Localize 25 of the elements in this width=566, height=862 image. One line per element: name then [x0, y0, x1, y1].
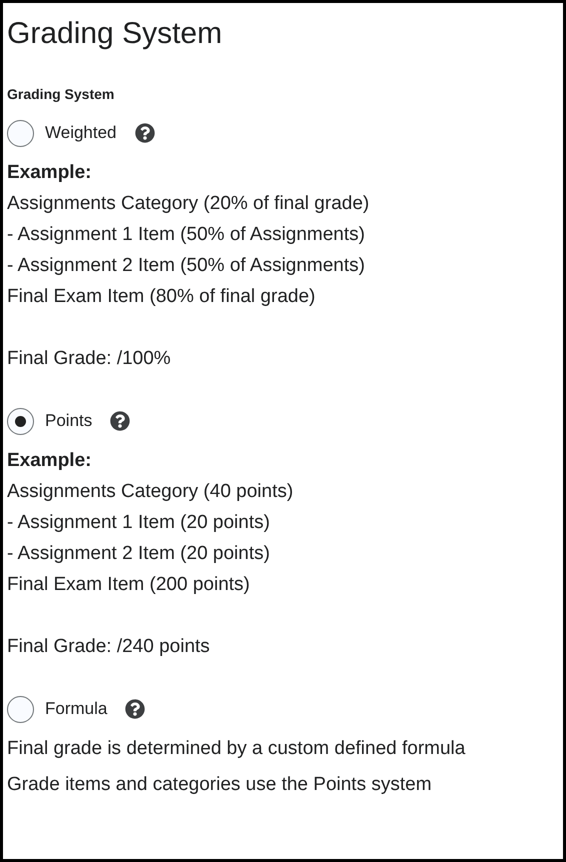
help-icon[interactable] — [125, 699, 146, 719]
help-icon[interactable] — [134, 123, 155, 143]
radio-button[interactable] — [7, 120, 34, 146]
radio-button[interactable] — [7, 408, 34, 434]
option-label[interactable]: Points — [45, 408, 92, 434]
example-line: Grade items and categories use the Points system — [7, 773, 432, 797]
option-label[interactable]: Weighted — [45, 120, 117, 146]
example-line: Final Exam Item (200 points) — [7, 573, 250, 597]
option-label[interactable]: Formula — [45, 696, 108, 722]
page-title: Grading System — [7, 16, 224, 52]
example-line: Assignments Category (40 points) — [7, 480, 294, 504]
example-line: Final Exam Item (80% of final grade) — [7, 285, 316, 309]
example-line: Final grade is determined by a custom defined formula — [7, 737, 466, 761]
example-line: - Assignment 1 Item (50% of Assignments) — [7, 223, 365, 247]
example-line: - Assignment 1 Item (20 points) — [7, 511, 270, 535]
example-line: - Assignment 2 Item (50% of Assignments) — [7, 254, 365, 278]
example-heading: Example: — [7, 449, 92, 473]
example-line: - Assignment 2 Item (20 points) — [7, 542, 270, 566]
example-heading: Example: — [7, 161, 92, 185]
help-icon[interactable] — [110, 411, 130, 431]
radio-button[interactable] — [7, 696, 34, 722]
example-line: Assignments Category (20% of final grade) — [7, 192, 370, 216]
final-grade: Final Grade: /240 points — [7, 635, 210, 659]
section-label: Grading System — [7, 85, 114, 104]
final-grade: Final Grade: /100% — [7, 347, 171, 371]
